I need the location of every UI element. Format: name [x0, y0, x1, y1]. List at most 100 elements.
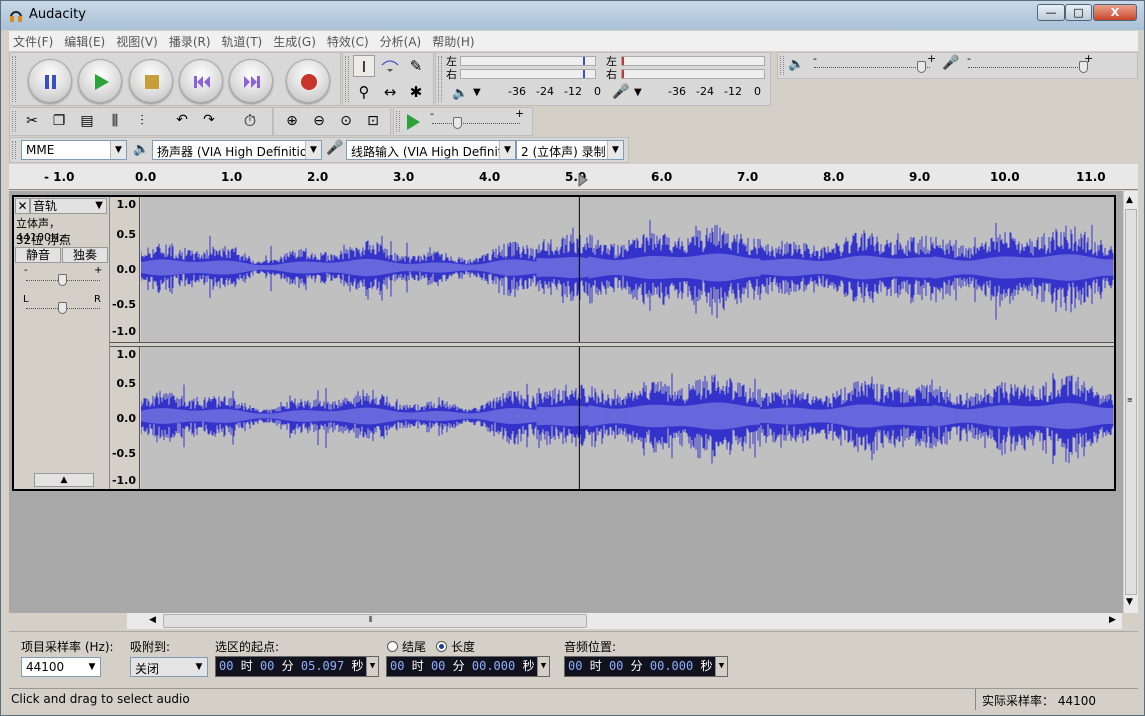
- minimize-button[interactable]: —: [1037, 4, 1065, 21]
- maximize-button[interactable]: □: [1065, 4, 1092, 21]
- toolbar-grip[interactable]: [12, 111, 16, 132]
- chevron-down-icon[interactable]: ▼: [715, 657, 727, 676]
- scroll-down-icon[interactable]: ▼: [1126, 597, 1133, 607]
- stop-icon: [145, 75, 159, 89]
- play-button[interactable]: [78, 59, 122, 103]
- length-radio-button[interactable]: [436, 641, 447, 652]
- draw-tool-icon[interactable]: ✎: [405, 55, 427, 77]
- left-channel-waveform[interactable]: [141, 197, 1114, 342]
- play-at-speed-icon[interactable]: [405, 113, 421, 131]
- chevron-down-icon: ▼: [95, 200, 103, 211]
- silence-icon[interactable]: ⫶: [132, 113, 152, 129]
- output-volume-slider[interactable]: [814, 67, 930, 68]
- selection-start-time[interactable]: 00 时 00 分 05.097 秒 ▼: [215, 656, 379, 677]
- input-channels-select[interactable]: 2 (立体声) 录制 ▼: [516, 140, 624, 160]
- envelope-tool-icon[interactable]: [379, 55, 401, 77]
- solo-button[interactable]: 独奏: [62, 247, 108, 263]
- audio-host-select[interactable]: MME ▼: [21, 140, 127, 160]
- trim-icon[interactable]: ⫼: [105, 113, 125, 129]
- menu-transport[interactable]: 播录(R): [165, 31, 215, 50]
- record-button[interactable]: [286, 59, 330, 103]
- paste-icon[interactable]: ▤: [77, 113, 97, 129]
- horizontal-scrollbar[interactable]: ◀ ⦀ ▶: [127, 613, 1122, 629]
- toolbar-grip[interactable]: [438, 56, 442, 102]
- play-head-icon[interactable]: [577, 172, 589, 188]
- right-channel-scale[interactable]: 1.0 0.5 0.0 -0.5 -1.0: [110, 347, 140, 489]
- cut-icon[interactable]: ✂: [22, 113, 42, 129]
- zoom-tool-icon[interactable]: ⚲: [353, 81, 375, 103]
- pause-icon: [45, 75, 56, 89]
- output-device-select[interactable]: 扬声器 (VIA High Definitior ▼: [152, 140, 322, 160]
- scroll-up-icon[interactable]: ▲: [1126, 195, 1133, 205]
- output-volume-thumb[interactable]: [916, 61, 926, 73]
- stop-button[interactable]: [129, 59, 173, 103]
- toolbar-grip[interactable]: [12, 141, 16, 159]
- end-radio-button[interactable]: [387, 641, 398, 652]
- gain-thumb[interactable]: [58, 274, 67, 286]
- right-channel-waveform[interactable]: [141, 347, 1114, 489]
- input-device-select[interactable]: 线路输入 (VIA High Definit ▼: [346, 140, 516, 160]
- menu-help[interactable]: 帮助(H): [428, 31, 478, 50]
- chevron-down-icon[interactable]: ▼: [537, 657, 549, 676]
- input-volume-thumb[interactable]: [1079, 61, 1089, 73]
- scroll-right-icon[interactable]: ▶: [1109, 615, 1116, 625]
- selection-length-time[interactable]: 00 时 00 分 00.000 秒 ▼: [386, 656, 550, 677]
- output-device-value: 扬声器 (VIA High Definitior: [157, 145, 313, 159]
- pause-button[interactable]: [28, 59, 72, 103]
- fit-selection-icon[interactable]: ⊙: [336, 113, 356, 129]
- play-meter-dropdown-icon[interactable]: ▼: [473, 87, 481, 98]
- input-volume-slider[interactable]: [968, 67, 1088, 68]
- menu-file[interactable]: 文件(F): [9, 31, 57, 50]
- playback-speed-thumb[interactable]: [453, 117, 463, 129]
- skip-to-end-button[interactable]: [229, 59, 273, 103]
- toolbar-grip[interactable]: [345, 56, 349, 102]
- time-shift-tool-icon[interactable]: ↔: [379, 81, 401, 103]
- track-close-button[interactable]: ✕: [15, 198, 30, 214]
- multi-tool-icon[interactable]: ✱: [405, 81, 427, 103]
- copy-icon[interactable]: ❐: [49, 113, 69, 129]
- speaker-icon[interactable]: 🔈: [452, 86, 468, 101]
- collapse-track-button[interactable]: ▲: [34, 473, 94, 487]
- mute-button[interactable]: 静音: [15, 247, 61, 263]
- undo-icon[interactable]: ↶: [172, 112, 192, 128]
- playback-speed-slider[interactable]: [432, 123, 520, 124]
- scale-label: 0.0: [116, 412, 137, 425]
- vertical-scroll-thumb[interactable]: ≡: [1125, 209, 1137, 595]
- horizontal-scroll-thumb[interactable]: ⦀: [163, 614, 587, 628]
- sync-lock-icon[interactable]: ⏱: [240, 111, 260, 131]
- ruler-label: 1.0: [221, 170, 243, 184]
- microphone-icon[interactable]: 🎤: [612, 84, 629, 100]
- status-bar: Click and drag to select audio 实际采样率： 44…: [9, 688, 1138, 710]
- audacity-logo-icon: [10, 11, 22, 22]
- menu-tracks[interactable]: 轨道(T): [218, 31, 267, 50]
- left-channel-scale[interactable]: 1.0 0.5 0.0 -0.5 -1.0: [110, 197, 140, 343]
- menu-edit[interactable]: 编辑(E): [60, 31, 109, 50]
- toolbar-grip[interactable]: [12, 56, 16, 102]
- toolbar-grip[interactable]: [780, 56, 784, 75]
- end-radio[interactable]: 结尾: [387, 638, 426, 655]
- fit-project-icon[interactable]: ⊡: [363, 113, 383, 129]
- menu-analyze[interactable]: 分析(A): [376, 31, 426, 50]
- close-button[interactable]: X: [1093, 4, 1137, 21]
- record-meter-tick: -12: [724, 85, 742, 98]
- menu-view[interactable]: 视图(V): [112, 31, 162, 50]
- timeline-ruler[interactable]: - 1.0 0.0 1.0 2.0 3.0 4.0 5.0 6.0 7.0 8.…: [9, 164, 1138, 190]
- vertical-scrollbar[interactable]: ▲ ≡ ▼: [1123, 191, 1138, 613]
- menu-effect[interactable]: 特效(C): [323, 31, 373, 50]
- track-menu-button[interactable]: 音轨 ▼: [30, 198, 107, 214]
- redo-icon[interactable]: ↷: [199, 112, 219, 128]
- selection-tool-icon[interactable]: I: [353, 55, 375, 77]
- skip-to-start-button[interactable]: [179, 59, 223, 103]
- zoom-out-icon[interactable]: ⊖: [309, 113, 329, 129]
- chevron-down-icon[interactable]: ▼: [366, 657, 378, 676]
- pan-thumb[interactable]: [58, 302, 67, 314]
- scroll-left-icon[interactable]: ◀: [149, 615, 156, 625]
- project-rate-select[interactable]: 44100 ▼: [21, 657, 101, 677]
- zoom-in-icon[interactable]: ⊕: [282, 113, 302, 129]
- record-meter-dropdown-icon[interactable]: ▼: [634, 87, 642, 98]
- menu-generate[interactable]: 生成(G): [269, 31, 320, 50]
- toolbar-grip[interactable]: [396, 111, 400, 132]
- audio-position-time[interactable]: 00 时 00 分 00.000 秒 ▼: [564, 656, 728, 677]
- snap-to-select[interactable]: 关闭 ▼: [130, 657, 208, 677]
- length-radio[interactable]: 长度: [436, 638, 475, 655]
